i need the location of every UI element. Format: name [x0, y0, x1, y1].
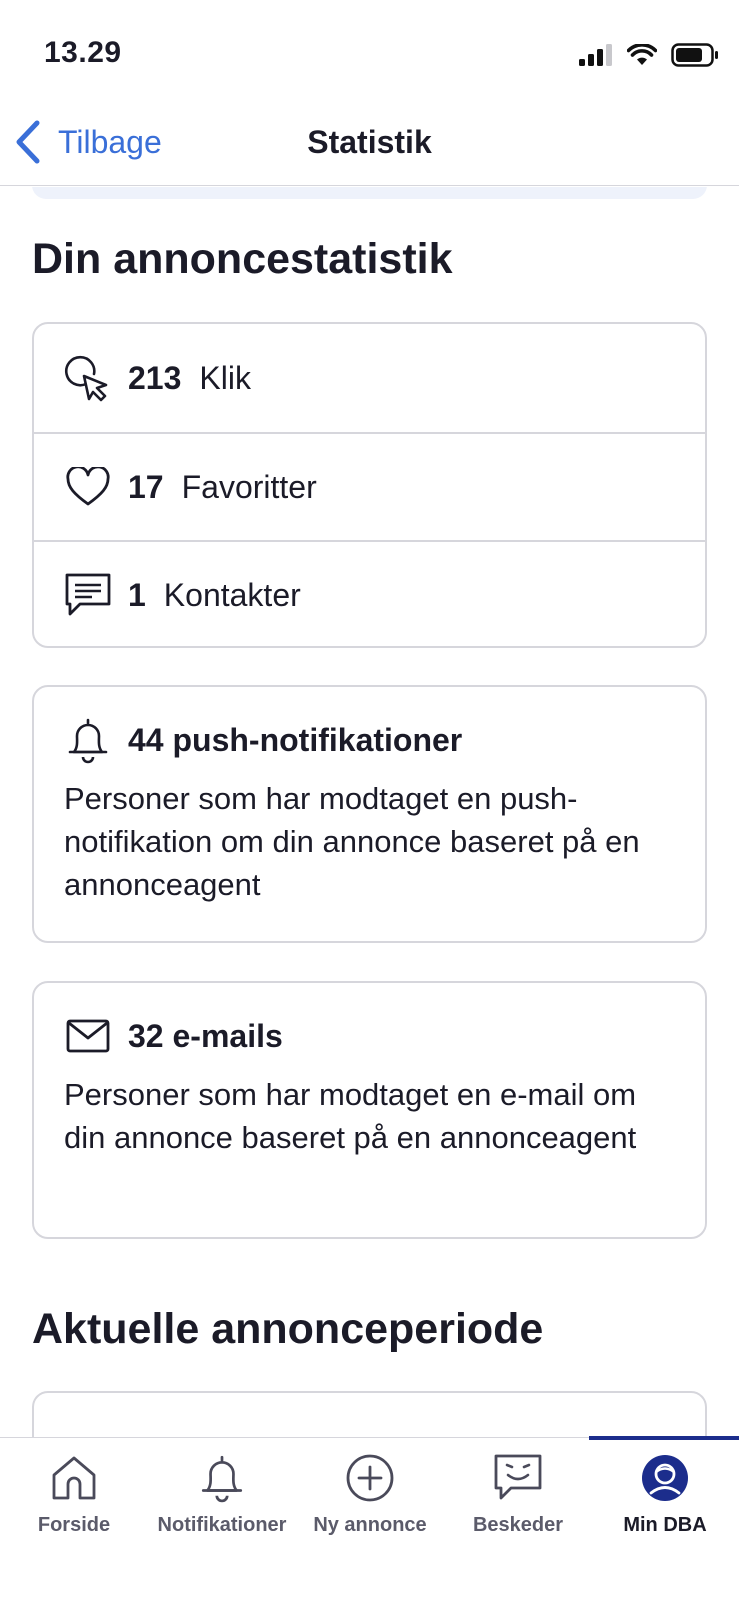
click-icon [64, 354, 112, 402]
envelope-icon [64, 1012, 112, 1060]
tab-beskeder[interactable]: Beskeder [444, 1450, 592, 1550]
bell-icon [194, 1450, 250, 1506]
battery-icon [671, 43, 718, 67]
current-period-card [32, 1391, 707, 1437]
stat-row-clicks: 213 Klik [34, 324, 705, 432]
profile-icon [637, 1450, 693, 1506]
emails-card: 32 e-mails Personer som har modtaget en … [32, 981, 707, 1239]
section-title-current-period: Aktuelle annonceperiode [32, 1305, 544, 1353]
tab-notifikationer[interactable]: Notifikationer [148, 1450, 296, 1550]
tab-label: Notifikationer [157, 1514, 287, 1536]
tab-label: Ny annonce [313, 1514, 427, 1536]
emails-title: 32 e-mails [128, 1017, 283, 1054]
favorites-label: Favoritter [181, 468, 317, 505]
statistics-card: 213 Klik 17 Favoritter 1 Kontakter [32, 322, 707, 648]
previous-section-card [32, 187, 707, 199]
plus-circle-icon [342, 1450, 398, 1506]
emails-header: 32 e-mails [64, 1013, 675, 1059]
clicks-label: Klik [199, 359, 251, 396]
contacts-label: Kontakter [163, 576, 301, 613]
content-scroll-area[interactable]: Din annoncestatistik 213 Klik 17 Favorit… [0, 187, 739, 1437]
home-icon [46, 1450, 102, 1506]
section-title-ad-statistics: Din annoncestatistik [32, 235, 453, 283]
stat-row-favorites: 17 Favoritter [34, 432, 705, 540]
tab-label: Min DBA [623, 1514, 707, 1536]
tab-label: Beskeder [472, 1514, 564, 1536]
emails-description: Personer som har modtaget en e-mail om d… [64, 1077, 637, 1155]
cellular-signal-icon [579, 44, 612, 66]
status-icons [579, 40, 719, 70]
tab-ny-annonce[interactable]: Ny annonce [296, 1450, 444, 1550]
push-notifications-header: 44 push-notifikationer [64, 716, 675, 764]
bell-icon [64, 716, 112, 764]
chat-icon [490, 1450, 546, 1506]
status-time: 13.29 [44, 36, 122, 69]
push-notifications-description: Personer som har modtaget en push-notifi… [64, 781, 640, 902]
tab-label: Forside [37, 1514, 111, 1536]
bottom-tab-bar: Forside Notifikationer Ny annonce Besked… [0, 1436, 739, 1600]
wifi-icon [627, 44, 657, 65]
page-title: Statistik [307, 124, 432, 160]
push-notifications-card: 44 push-notifikationer Personer som har … [32, 685, 707, 943]
heart-icon [64, 463, 112, 511]
navigation-bar: Tilbage Statistik [0, 100, 739, 186]
clicks-count: 213 [128, 359, 182, 396]
status-bar: 13.29 [0, 0, 739, 100]
push-notifications-title: 44 push-notifikationer [128, 721, 463, 758]
tab-forside[interactable]: Forside [0, 1450, 148, 1550]
tab-min-dba[interactable]: Min DBA [591, 1450, 739, 1550]
favorites-count: 17 [128, 468, 164, 505]
active-tab-indicator [589, 1436, 739, 1440]
stat-row-contacts: 1 Kontakter [34, 540, 705, 648]
message-icon [64, 571, 112, 619]
contacts-count: 1 [128, 576, 146, 613]
